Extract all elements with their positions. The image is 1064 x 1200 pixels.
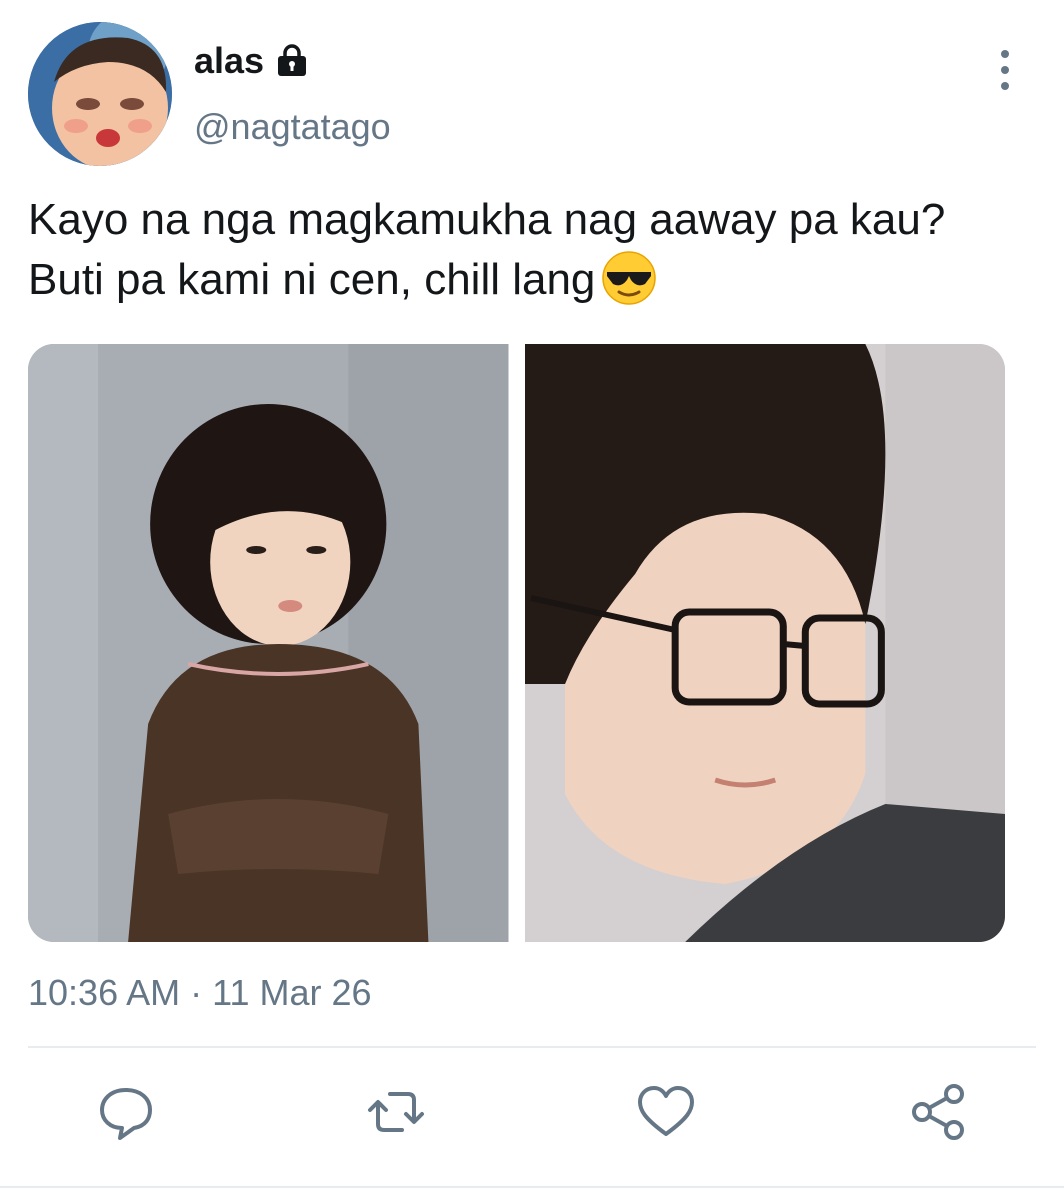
- more-options-icon[interactable]: [990, 50, 1020, 90]
- tweet-text-content: Kayo na nga magkamukha nag aaway pa kau?…: [28, 195, 946, 304]
- display-name-text: alas: [194, 40, 265, 81]
- photo-man-glasses[interactable]: [524, 344, 1005, 942]
- timestamp[interactable]: 10:36 AM · 11 Mar 26: [28, 972, 372, 1014]
- lock-icon: [274, 44, 310, 78]
- avatar[interactable]: [28, 22, 172, 166]
- retweet-icon[interactable]: [364, 1080, 428, 1144]
- tweet-text: Kayo na nga magkamukha nag aaway pa kau?…: [28, 190, 1028, 310]
- handle[interactable]: @nagtatago: [194, 106, 391, 148]
- like-icon[interactable]: [634, 1080, 698, 1144]
- divider: [28, 1046, 1036, 1048]
- media-grid: [28, 344, 1005, 942]
- bottom-rule: [0, 1186, 1064, 1188]
- display-name[interactable]: alas: [194, 40, 310, 82]
- photo-child[interactable]: [28, 344, 509, 942]
- tweet-card: alas @nagtatago Kayo na nga magkamukha n…: [0, 0, 1064, 1200]
- reply-icon[interactable]: [94, 1080, 158, 1144]
- sunglasses-emoji-icon: [601, 250, 657, 306]
- share-icon[interactable]: [906, 1080, 970, 1144]
- action-bar: [0, 1080, 1064, 1150]
